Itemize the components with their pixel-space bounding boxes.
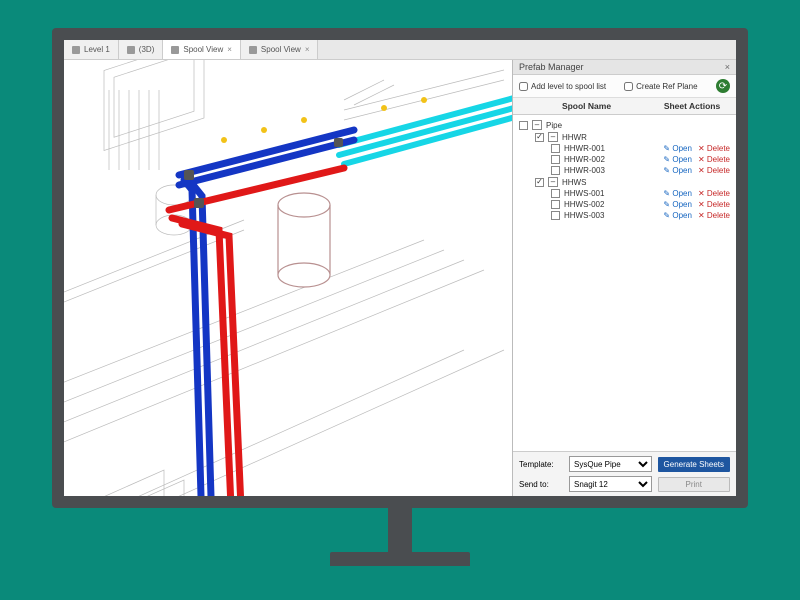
delete-button[interactable]: Delete bbox=[698, 189, 730, 198]
column-spool-name: Spool Name bbox=[519, 101, 654, 111]
tree-node-label: HHWS bbox=[562, 178, 730, 187]
tree-node-label: HHWR-001 bbox=[564, 144, 663, 153]
tree-node-label: HHWS-001 bbox=[564, 189, 663, 198]
table-row[interactable]: HHWS-001 Open Delete bbox=[517, 188, 732, 199]
close-icon[interactable]: × bbox=[305, 45, 310, 54]
tree-node-label: HHWR-002 bbox=[564, 155, 663, 164]
tree-header: Spool Name Sheet Actions bbox=[513, 98, 736, 115]
tab-spool-view-active[interactable]: Spool View × bbox=[163, 40, 241, 59]
tab-level1[interactable]: Level 1 bbox=[64, 40, 119, 59]
monitor-bezel: Level 1 (3D) Spool View × Spool View × bbox=[52, 28, 748, 508]
tab-icon bbox=[127, 46, 135, 54]
tab-icon bbox=[249, 46, 257, 54]
checkbox-icon[interactable] bbox=[551, 211, 560, 220]
tree-node-label: Pipe bbox=[546, 121, 730, 130]
tab-spool-view-2[interactable]: Spool View × bbox=[241, 40, 319, 59]
close-icon[interactable]: × bbox=[725, 62, 730, 72]
checkbox-icon[interactable] bbox=[519, 121, 528, 130]
checkbox-icon[interactable] bbox=[551, 144, 560, 153]
app-screen: Level 1 (3D) Spool View × Spool View × bbox=[64, 40, 736, 496]
checkbox-icon[interactable] bbox=[551, 189, 560, 198]
panel-header: Prefab Manager × bbox=[513, 60, 736, 75]
print-button[interactable]: Print bbox=[658, 477, 730, 492]
checkbox-icon[interactable] bbox=[551, 200, 560, 209]
collapse-icon[interactable]: – bbox=[548, 177, 558, 187]
open-button[interactable]: Open bbox=[663, 189, 692, 198]
sendto-label: Send to: bbox=[519, 480, 563, 489]
table-row[interactable]: HHWR-003 Open Delete bbox=[517, 165, 732, 176]
tab-label: Spool View bbox=[183, 45, 223, 54]
checkbox-icon[interactable] bbox=[535, 178, 544, 187]
open-button[interactable]: Open bbox=[663, 166, 692, 175]
delete-button[interactable]: Delete bbox=[698, 211, 730, 220]
close-icon[interactable]: × bbox=[227, 45, 232, 54]
column-sheet-actions: Sheet Actions bbox=[654, 101, 730, 111]
template-label: Template: bbox=[519, 460, 563, 469]
tree-node-label: HHWR-003 bbox=[564, 166, 663, 175]
tab-label: Spool View bbox=[261, 45, 301, 54]
tab-icon bbox=[171, 46, 179, 54]
tree-node-label: HHWS-002 bbox=[564, 200, 663, 209]
template-select[interactable]: SysQue Pipe bbox=[569, 456, 652, 472]
checkbox-icon[interactable] bbox=[535, 133, 544, 142]
open-button[interactable]: Open bbox=[663, 211, 692, 220]
table-row[interactable]: HHWR-002 Open Delete bbox=[517, 154, 732, 165]
delete-button[interactable]: Delete bbox=[698, 155, 730, 164]
panel-options: Add level to spool list Create Ref Plane… bbox=[513, 75, 736, 98]
checkbox-ref-plane[interactable]: Create Ref Plane bbox=[624, 82, 697, 91]
checkbox-icon[interactable] bbox=[551, 155, 560, 164]
delete-button[interactable]: Delete bbox=[698, 200, 730, 209]
tab-3d[interactable]: (3D) bbox=[119, 40, 164, 59]
collapse-icon[interactable]: – bbox=[532, 120, 542, 130]
panel-title: Prefab Manager bbox=[519, 62, 584, 72]
open-button[interactable]: Open bbox=[663, 144, 692, 153]
spool-tree: – Pipe – HHWR HHWR-001 Open Delete bbox=[513, 115, 736, 451]
prefab-manager-panel: Prefab Manager × Add level to spool list… bbox=[512, 60, 736, 496]
table-row[interactable]: – Pipe bbox=[517, 119, 732, 131]
table-row[interactable]: – HHWR bbox=[517, 131, 732, 143]
checkbox-icon[interactable] bbox=[551, 166, 560, 175]
table-row[interactable]: HHWS-002 Open Delete bbox=[517, 199, 732, 210]
checkbox-label: Create Ref Plane bbox=[636, 82, 697, 91]
tab-icon bbox=[72, 46, 80, 54]
monitor-stand-neck bbox=[388, 508, 412, 556]
checkbox-input[interactable] bbox=[624, 82, 633, 91]
checkbox-add-level[interactable]: Add level to spool list bbox=[519, 82, 606, 91]
model-viewport[interactable] bbox=[64, 60, 512, 496]
table-row[interactable]: HHWS-003 Open Delete bbox=[517, 210, 732, 221]
piping-isometric bbox=[64, 60, 512, 496]
generate-sheets-button[interactable]: Generate Sheets bbox=[658, 457, 730, 472]
tab-label: (3D) bbox=[139, 45, 155, 54]
tab-label: Level 1 bbox=[84, 45, 110, 54]
tab-strip: Level 1 (3D) Spool View × Spool View × bbox=[64, 40, 736, 60]
table-row[interactable]: HHWR-001 Open Delete bbox=[517, 143, 732, 154]
tree-node-label: HHWS-003 bbox=[564, 211, 663, 220]
delete-button[interactable]: Delete bbox=[698, 144, 730, 153]
refresh-icon[interactable]: ⟳ bbox=[716, 79, 730, 93]
delete-button[interactable]: Delete bbox=[698, 166, 730, 175]
checkbox-label: Add level to spool list bbox=[531, 82, 606, 91]
sendto-select[interactable]: Snagit 12 bbox=[569, 476, 652, 492]
checkbox-input[interactable] bbox=[519, 82, 528, 91]
panel-footer: Template: SysQue Pipe Generate Sheets Se… bbox=[513, 451, 736, 496]
tree-node-label: HHWR bbox=[562, 133, 730, 142]
open-button[interactable]: Open bbox=[663, 200, 692, 209]
collapse-icon[interactable]: – bbox=[548, 132, 558, 142]
monitor-stand-base bbox=[330, 552, 470, 566]
table-row[interactable]: – HHWS bbox=[517, 176, 732, 188]
open-button[interactable]: Open bbox=[663, 155, 692, 164]
